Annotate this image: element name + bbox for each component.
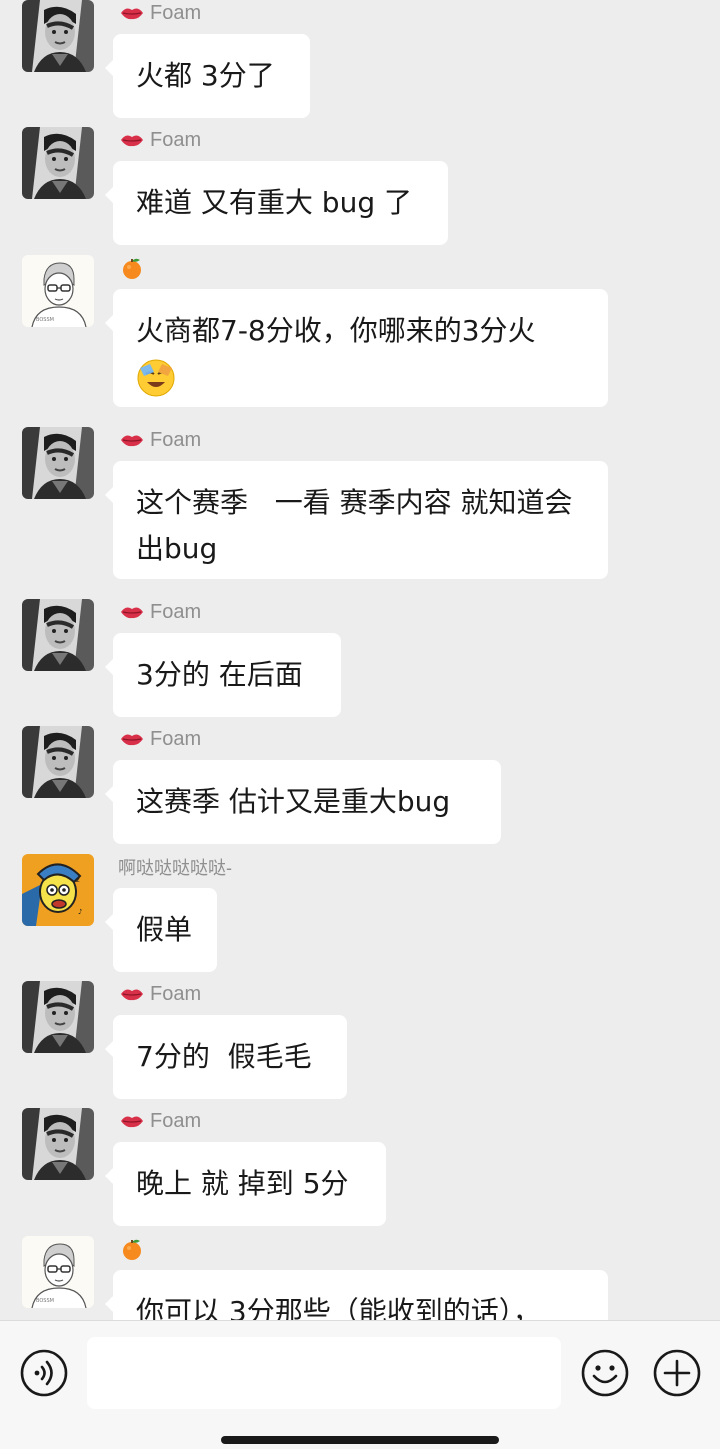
sender-name: Foam <box>120 724 201 754</box>
foam-avatar[interactable] <box>22 0 94 72</box>
message-bubble[interactable]: 你可以 3分那些（能收到的话）， <box>105 1270 608 1320</box>
message-bubble[interactable]: 这赛季 估计又是重大bug <box>105 760 501 844</box>
cartoon-avatar[interactable] <box>22 854 94 926</box>
home-indicator <box>221 1436 499 1444</box>
sender-name: 啊哒哒哒哒哒- <box>118 858 232 878</box>
message-text: 这赛季 估计又是重大bug <box>136 785 451 818</box>
message-text: 你可以 3分那些（能收到的话）， <box>136 1295 541 1320</box>
message-bubble[interactable]: 难道 又有重大 bug 了 <box>105 161 448 245</box>
message-bubble[interactable]: 这个赛季 一看 赛季内容 就知道会出bug <box>105 461 608 579</box>
message-text: 7分的 假毛毛 <box>136 1040 312 1073</box>
smiley-icon[interactable] <box>581 1349 629 1397</box>
message-input[interactable] <box>87 1337 561 1409</box>
tangerine-icon <box>120 1237 144 1261</box>
message-bubble[interactable]: 假单 <box>105 888 217 972</box>
sender-name: Foam <box>120 979 201 1009</box>
chat-message: 你可以 3分那些（能收到的话）， <box>0 1236 720 1320</box>
sender-name: Foam <box>120 125 201 155</box>
message-bubble[interactable]: 3分的 在后面 <box>105 633 341 717</box>
message-text: 3分的 在后面 <box>136 658 303 691</box>
message-bubble[interactable]: 7分的 假毛毛 <box>105 1015 347 1099</box>
lips-icon <box>120 432 144 448</box>
foam-avatar[interactable] <box>22 1108 94 1180</box>
message-text: 火商都7-8分收，你哪来的3分火 <box>136 314 536 347</box>
sender-name: Foam <box>120 0 201 28</box>
voice-icon[interactable] <box>20 1349 68 1397</box>
foam-avatar[interactable] <box>22 599 94 671</box>
foam-avatar[interactable] <box>22 127 94 199</box>
message-bubble[interactable]: 晚上 就 掉到 5分 <box>105 1142 386 1226</box>
sender-name: Foam <box>120 1106 201 1136</box>
message-text: 晚上 就 掉到 5分 <box>136 1167 349 1200</box>
lips-icon <box>120 986 144 1002</box>
lips-icon <box>120 731 144 747</box>
lips-icon <box>120 132 144 148</box>
sender-name: Foam <box>120 597 201 627</box>
foam-avatar[interactable] <box>22 726 94 798</box>
plus-icon[interactable] <box>653 1349 701 1397</box>
message-text: 火都 3分了 <box>136 59 275 92</box>
foam-avatar[interactable] <box>22 427 94 499</box>
sender-name: Foam <box>120 425 201 455</box>
sketch-avatar[interactable] <box>22 1236 94 1308</box>
tangerine-icon <box>120 256 144 280</box>
lips-icon <box>120 5 144 21</box>
facepalm-emoji <box>136 358 176 398</box>
message-bubble[interactable]: 火商都7-8分收，你哪来的3分火 <box>105 289 608 407</box>
input-bar <box>0 1320 720 1449</box>
message-text: 这个赛季 一看 赛季内容 就知道会出bug <box>136 486 573 565</box>
message-text: 难道 又有重大 bug 了 <box>136 186 412 219</box>
lips-icon <box>120 604 144 620</box>
sender-name <box>120 1236 150 1264</box>
message-bubble[interactable]: 火都 3分了 <box>105 34 310 118</box>
foam-avatar[interactable] <box>22 981 94 1053</box>
sender-name <box>120 253 150 283</box>
sketch-avatar[interactable] <box>22 255 94 327</box>
lips-icon <box>120 1113 144 1129</box>
message-text: 假单 <box>136 913 193 946</box>
